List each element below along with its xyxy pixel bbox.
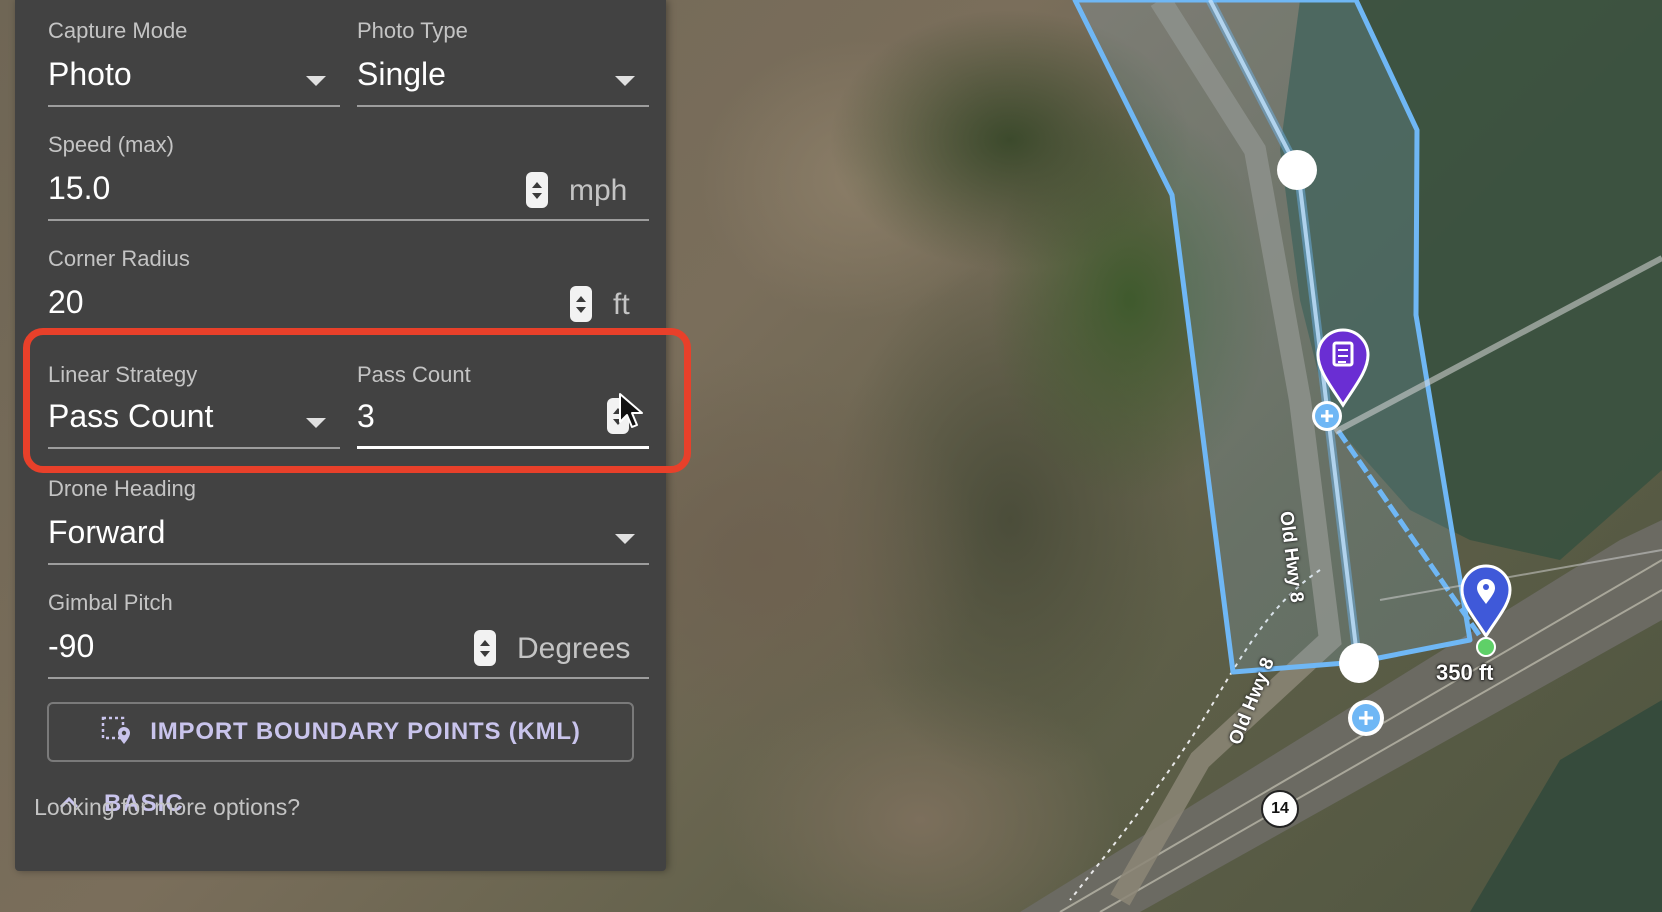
gimbal-pitch-unit: Degrees (517, 632, 631, 665)
home-dot (1476, 637, 1496, 657)
photo-type-select[interactable]: Photo Type Single (357, 18, 649, 110)
pass-count-input[interactable]: Pass Count 3 (357, 362, 649, 454)
vertex-handle (1339, 643, 1379, 683)
corner-radius-input[interactable]: Corner Radius 20 ft (48, 246, 649, 338)
chevron-down-icon[interactable] (306, 76, 326, 86)
linear-strategy-label: Linear Strategy (48, 362, 198, 387)
corner-radius-unit: ft (613, 288, 630, 321)
chevron-down-icon[interactable] (615, 534, 635, 544)
capture-mode-label: Capture Mode (48, 18, 188, 43)
gimbal-pitch-label: Gimbal Pitch (48, 590, 173, 615)
capture-mode-select[interactable]: Capture Mode Photo (48, 18, 340, 110)
speed-unit: mph (569, 174, 628, 207)
photo-type-value: Single (357, 56, 446, 92)
more-options-text: Looking for more options? (34, 794, 300, 820)
speed-input[interactable]: Speed (max) 15.0 mph (48, 132, 649, 224)
speed-stepper[interactable] (526, 172, 548, 208)
pass-count-label: Pass Count (357, 362, 471, 387)
gimbal-pitch-input[interactable]: Gimbal Pitch -90 Degrees (48, 590, 649, 682)
chevron-down-icon[interactable] (306, 418, 326, 428)
drone-heading-select[interactable]: Drone Heading Forward (48, 476, 649, 568)
corner-radius-label: Corner Radius (48, 246, 190, 271)
drone-heading-value: Forward (48, 514, 166, 550)
gimbal-pitch-value[interactable]: -90 (48, 628, 94, 665)
route-badge: 14 (1261, 790, 1299, 828)
corner-radius-stepper[interactable] (570, 286, 592, 322)
add-point-icon (1312, 401, 1342, 431)
distance-label: 350 ft (1436, 660, 1494, 685)
boundary-pin-icon (100, 714, 132, 751)
field-underline (48, 447, 340, 449)
field-underline (357, 105, 649, 107)
vertex-handle (1277, 150, 1317, 190)
capture-mode-value: Photo (48, 56, 132, 92)
add-point-icon (1348, 700, 1384, 736)
chevron-down-icon[interactable] (615, 76, 635, 86)
field-underline (48, 677, 649, 679)
speed-value[interactable]: 15.0 (48, 170, 110, 207)
linear-strategy-value: Pass Count (48, 398, 214, 434)
import-boundary-label: IMPORT BOUNDARY POINTS (KML) (150, 718, 581, 745)
pass-count-value[interactable]: 3 (357, 398, 375, 435)
gimbal-pitch-stepper[interactable] (474, 630, 496, 666)
field-underline (48, 219, 649, 221)
photo-type-label: Photo Type (357, 18, 468, 43)
mouse-cursor-icon (619, 393, 643, 428)
speed-label: Speed (max) (48, 132, 174, 157)
field-underline (48, 563, 649, 565)
linear-strategy-select[interactable]: Linear Strategy Pass Count (48, 362, 340, 454)
import-boundary-button[interactable]: IMPORT BOUNDARY POINTS (KML) (47, 702, 634, 762)
river-water-lower (1470, 700, 1662, 912)
corner-radius-value[interactable]: 20 (48, 284, 84, 321)
drone-heading-label: Drone Heading (48, 476, 196, 501)
field-underline (357, 446, 649, 449)
field-underline (48, 105, 340, 107)
